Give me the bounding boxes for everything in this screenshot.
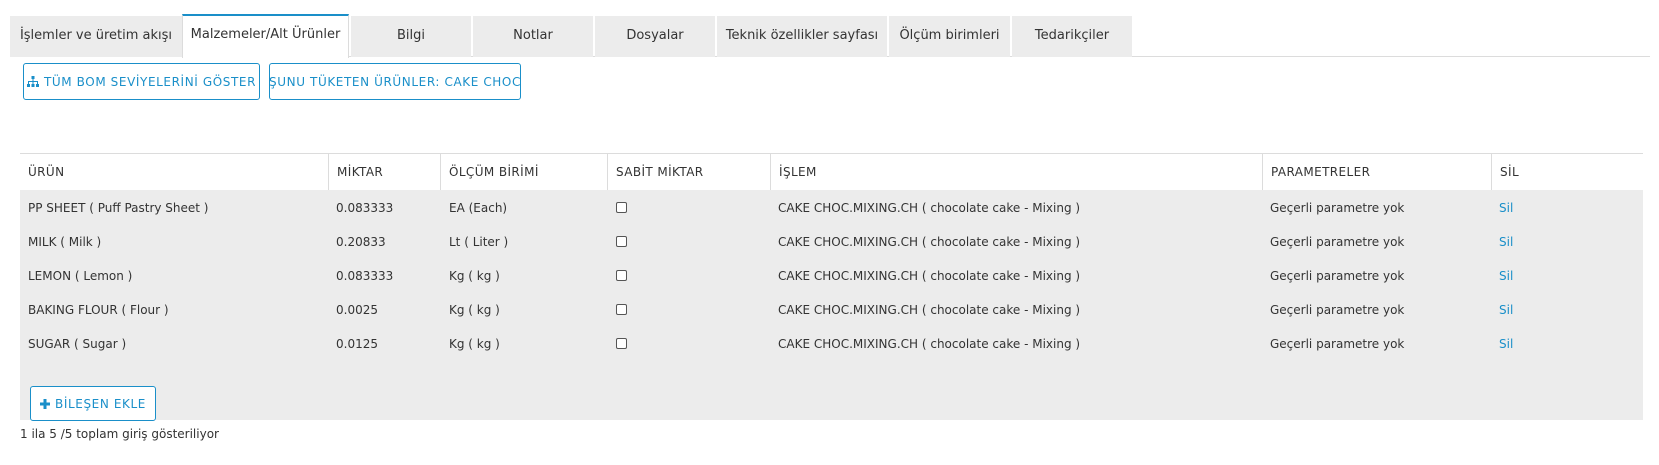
cell-operation[interactable]: CAKE CHOC.MIXING.CH ( chocolate cake - M… <box>770 292 1080 328</box>
cell-product: SUGAR ( Sugar ) <box>28 337 127 351</box>
cell-operation[interactable]: CAKE CHOC.MIXING.CH ( chocolate cake - M… <box>770 190 1080 226</box>
cell-unit[interactable]: EA (Each) <box>441 190 507 226</box>
delete-link[interactable]: Sil <box>1491 224 1513 260</box>
cell-product: MILK ( Milk ) <box>28 235 102 249</box>
cell-parameters: Geçerli parametre yok <box>1270 235 1405 249</box>
cell-product: BAKING FLOUR ( Flour ) <box>28 303 169 317</box>
col-header-operation[interactable]: İŞLEM <box>771 154 1263 190</box>
cell-parameters: Geçerli parametre yok <box>1270 303 1405 317</box>
cell-parameters: Geçerli parametre yok <box>1270 337 1405 351</box>
consuming-products-label: ŞUNU TÜKETEN ÜRÜNLER: CAKE CHOC <box>269 74 521 89</box>
col-header-fixed-qty[interactable]: SABİT MİKTAR <box>608 154 771 190</box>
show-bom-levels-label: TÜM BOM SEVİYELERİNİ GÖSTER <box>43 74 257 89</box>
components-table: ÜRÜN MİKTAR ÖLÇÜM BİRİMİ SABİT MİKTAR İŞ… <box>20 153 1643 421</box>
show-bom-levels-button[interactable]: TÜM BOM SEVİYELERİNİ GÖSTER <box>23 63 260 100</box>
col-header-product[interactable]: ÜRÜN <box>20 154 329 190</box>
table-row: SUGAR ( Sugar ) 0.0125 Kg ( kg ) CAKE CH… <box>20 326 1643 362</box>
tab-info[interactable]: Bilgi <box>351 16 471 57</box>
cell-quantity[interactable]: 0.083333 <box>328 190 393 226</box>
cell-product: PP SHEET ( Puff Pastry Sheet ) <box>28 201 209 215</box>
cell-operation[interactable]: CAKE CHOC.MIXING.CH ( chocolate cake - M… <box>770 326 1080 362</box>
cell-unit[interactable]: Kg ( kg ) <box>441 292 500 328</box>
tab-notes[interactable]: Notlar <box>473 16 593 57</box>
fixed-qty-checkbox[interactable] <box>616 338 627 349</box>
cell-quantity[interactable]: 0.0125 <box>328 326 378 362</box>
table-row: BAKING FLOUR ( Flour ) 0.0025 Kg ( kg ) … <box>20 292 1643 328</box>
plus-icon <box>40 398 51 409</box>
cell-quantity[interactable]: 0.20833 <box>328 224 386 260</box>
table-row: MILK ( Milk ) 0.20833 Lt ( Liter ) CAKE … <box>20 224 1643 260</box>
delete-link[interactable]: Sil <box>1491 326 1513 362</box>
tab-suppliers[interactable]: Tedarikçiler <box>1012 16 1132 57</box>
col-header-delete: SİL <box>1500 165 1520 179</box>
col-header-quantity[interactable]: MİKTAR <box>329 154 441 190</box>
consuming-products-button[interactable]: ŞUNU TÜKETEN ÜRÜNLER: CAKE CHOC <box>269 63 521 100</box>
table-row: LEMON ( Lemon ) 0.083333 Kg ( kg ) CAKE … <box>20 258 1643 294</box>
tab-operations[interactable]: İşlemler ve üretim akışı <box>10 16 182 57</box>
col-header-parameters[interactable]: PARAMETRELER <box>1263 154 1492 190</box>
add-component-button[interactable]: BİLEŞEN EKLE <box>30 386 156 421</box>
col-header-unit[interactable]: ÖLÇÜM BİRİMİ <box>441 154 608 190</box>
cell-unit[interactable]: Kg ( kg ) <box>441 258 500 294</box>
cell-quantity[interactable]: 0.0025 <box>328 292 378 328</box>
table-row: PP SHEET ( Puff Pastry Sheet ) 0.083333 … <box>20 190 1643 226</box>
cell-operation[interactable]: CAKE CHOC.MIXING.CH ( chocolate cake - M… <box>770 224 1080 260</box>
delete-link[interactable]: Sil <box>1491 190 1513 226</box>
fixed-qty-checkbox[interactable] <box>616 202 627 213</box>
tab-bar: İşlemler ve üretim akışı Malzemeler/Alt … <box>10 14 1650 58</box>
table-header: ÜRÜN MİKTAR ÖLÇÜM BİRİMİ SABİT MİKTAR İŞ… <box>20 153 1643 190</box>
cell-unit[interactable]: Lt ( Liter ) <box>441 224 508 260</box>
pagination-info: 1 ila 5 /5 toplam giriş gösteriliyor <box>20 427 219 441</box>
cell-unit[interactable]: Kg ( kg ) <box>441 326 500 362</box>
tab-materials[interactable]: Malzemeler/Alt Ürünler <box>182 14 349 58</box>
fixed-qty-checkbox[interactable] <box>616 236 627 247</box>
cell-product: LEMON ( Lemon ) <box>28 269 133 283</box>
cell-operation[interactable]: CAKE CHOC.MIXING.CH ( chocolate cake - M… <box>770 258 1080 294</box>
fixed-qty-checkbox[interactable] <box>616 270 627 281</box>
table-body: PP SHEET ( Puff Pastry Sheet ) 0.083333 … <box>20 190 1643 421</box>
tab-files[interactable]: Dosyalar <box>595 16 715 57</box>
delete-link[interactable]: Sil <box>1491 258 1513 294</box>
cell-quantity[interactable]: 0.083333 <box>328 258 393 294</box>
tab-tech-specs[interactable]: Teknik özellikler sayfası <box>717 16 887 57</box>
cell-parameters: Geçerli parametre yok <box>1270 201 1405 215</box>
sitemap-icon <box>26 76 39 87</box>
fixed-qty-checkbox[interactable] <box>616 304 627 315</box>
add-component-label: BİLEŞEN EKLE <box>55 396 146 411</box>
tab-units[interactable]: Ölçüm birimleri <box>889 16 1010 57</box>
cell-parameters: Geçerli parametre yok <box>1270 269 1405 283</box>
delete-link[interactable]: Sil <box>1491 292 1513 328</box>
